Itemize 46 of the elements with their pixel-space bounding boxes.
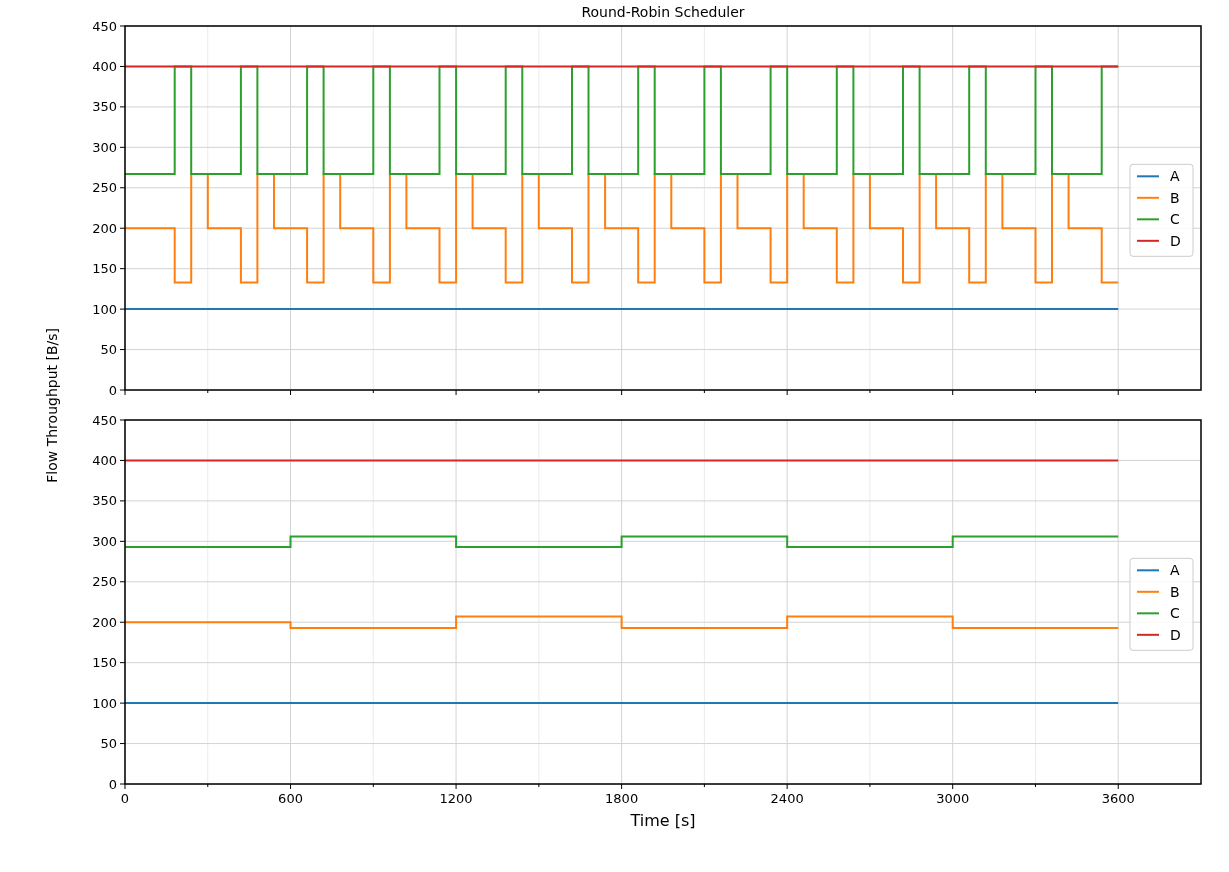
tick-label: 150	[92, 261, 117, 277]
legend-label: C	[1170, 605, 1180, 622]
tick-label: 50	[100, 736, 117, 752]
tick-label: 0	[108, 382, 117, 398]
tick-label: 300	[92, 139, 117, 155]
tick-label: 0	[108, 776, 117, 792]
legend-swatch	[1136, 175, 1160, 178]
axis-label: Flow Throughput [B/s]	[44, 327, 60, 483]
legend-swatch	[1136, 612, 1160, 615]
tick-label: 450	[92, 18, 117, 34]
tick-label: 250	[92, 180, 117, 196]
legend-label: C	[1170, 211, 1180, 228]
tick-label: 400	[92, 58, 117, 74]
legend-swatch	[1136, 569, 1160, 572]
tick-label: 100	[92, 301, 117, 317]
tick-label: 600	[278, 791, 303, 806]
chart-title: Round-Robin Scheduler	[581, 4, 745, 20]
tick-label: 400	[92, 452, 117, 468]
legend-swatch	[1136, 633, 1160, 636]
tick-label: 150	[92, 655, 117, 671]
legend-swatch	[1136, 218, 1160, 221]
legend-label: D	[1170, 626, 1181, 643]
axis-label: Time [s]	[630, 811, 696, 830]
legend-swatch	[1136, 239, 1160, 242]
tick-label: 50	[100, 342, 117, 358]
tick-label: 3000	[936, 791, 970, 806]
tick-label: 2400	[770, 791, 804, 806]
tick-label: 1200	[439, 791, 473, 806]
legend-swatch	[1136, 196, 1160, 199]
tick-label: 3600	[1101, 791, 1135, 806]
tick-label: 350	[92, 493, 117, 509]
legend-label: A	[1170, 562, 1180, 579]
tick-label: 350	[92, 99, 117, 115]
tick-label: 0	[120, 791, 130, 806]
tick-label: 200	[92, 220, 117, 236]
tick-label: 300	[92, 533, 117, 549]
tick-label: 1800	[605, 791, 639, 806]
tick-label: 250	[92, 574, 117, 590]
legend-label: B	[1170, 583, 1180, 600]
tick-label: 100	[92, 695, 117, 711]
tick-label: 200	[92, 614, 117, 630]
legend-label: A	[1170, 168, 1180, 185]
tick-label: 450	[92, 412, 117, 428]
legend-label: B	[1170, 189, 1180, 206]
legend-label: D	[1170, 232, 1181, 249]
legend-swatch	[1136, 590, 1160, 593]
